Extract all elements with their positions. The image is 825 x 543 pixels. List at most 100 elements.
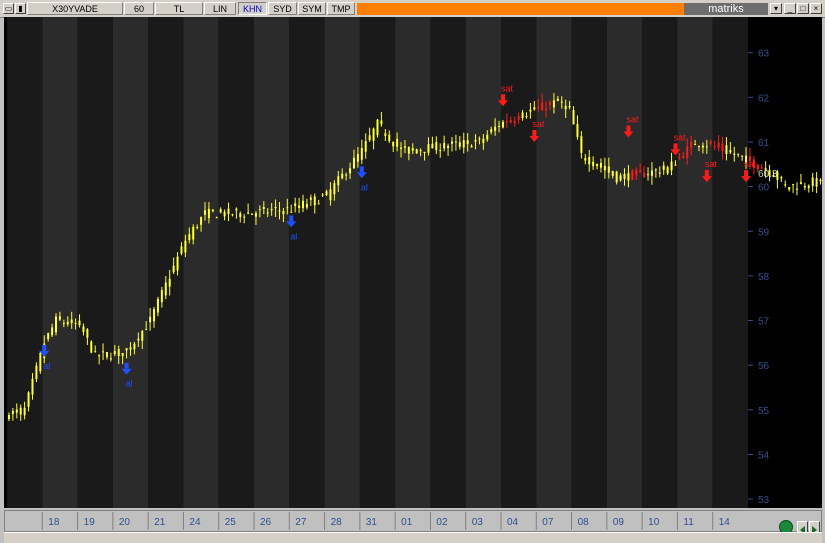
tool-button-tmp[interactable]: TMP — [327, 2, 355, 15]
horizontal-scrollbar[interactable] — [4, 532, 822, 543]
candle-body — [713, 145, 716, 147]
candle-body — [325, 191, 328, 196]
candle-body — [227, 208, 230, 215]
candle-body — [337, 176, 340, 186]
dropdown-arrow-icon[interactable]: ▾ — [770, 3, 782, 14]
candle-body — [98, 355, 101, 357]
candle-body — [623, 173, 626, 179]
minimize-icon[interactable]: _ — [784, 3, 796, 14]
candle-body — [262, 206, 265, 209]
candle-body — [215, 217, 218, 219]
candle-body — [23, 407, 26, 416]
tool-button-lin[interactable]: LIN — [204, 2, 236, 15]
buy-signal-label: al — [43, 361, 50, 371]
candle-body — [168, 278, 171, 287]
candle-body — [697, 146, 700, 148]
candle-body — [51, 327, 54, 336]
date-label: 26 — [260, 517, 272, 528]
candle-body — [55, 316, 58, 333]
candle-body — [631, 170, 634, 180]
candle-body — [243, 216, 246, 218]
sell-signal-label: sat — [744, 159, 757, 169]
candle-body — [588, 156, 591, 165]
candle-body — [615, 171, 618, 183]
candle-body — [643, 172, 646, 178]
candle-body — [427, 144, 430, 153]
window-menu-icon[interactable]: ▭ — [3, 3, 14, 14]
candle-body — [556, 98, 559, 102]
candle-body — [509, 120, 512, 123]
candle-body — [149, 316, 152, 323]
candle-body — [725, 145, 728, 155]
candle-body — [407, 147, 410, 154]
candle-body — [133, 343, 136, 350]
candle-body — [670, 161, 673, 171]
buy-arrow-icon — [42, 344, 47, 351]
candle-body — [70, 319, 73, 324]
chart-type-icon[interactable]: ▮ — [15, 3, 26, 14]
candle-body — [792, 184, 795, 186]
candle-body — [11, 410, 14, 414]
candle-body — [501, 121, 504, 128]
symbol-field[interactable]: X30YVADE — [27, 2, 123, 15]
candlestick-chart[interactable]: 535455565758596061626360.3alalalalalsats… — [4, 17, 822, 508]
candle-body — [145, 329, 148, 331]
maximize-icon[interactable]: □ — [797, 3, 809, 14]
y-tick-label: 54 — [758, 450, 770, 461]
candle-body — [447, 145, 450, 148]
session-band — [606, 17, 643, 508]
candle-body — [627, 173, 630, 181]
candle-body — [650, 170, 653, 176]
candle-body — [345, 174, 348, 176]
candle-body — [439, 150, 442, 152]
tool-button-tl[interactable]: TL — [155, 2, 203, 15]
date-label: 10 — [648, 517, 660, 528]
candle-body — [474, 139, 477, 142]
candle-body — [658, 172, 661, 174]
candle-body — [102, 351, 105, 353]
close-icon[interactable]: × — [810, 3, 822, 14]
candle-body — [180, 246, 183, 254]
date-label: 24 — [189, 517, 201, 528]
candle-body — [807, 185, 810, 189]
candle-body — [223, 211, 226, 217]
sell-arrow-icon — [626, 125, 631, 132]
candle-body — [572, 110, 575, 125]
candle-body — [192, 227, 195, 240]
candle-body — [298, 205, 301, 209]
candle-body — [27, 392, 30, 407]
candle-body — [435, 142, 438, 151]
candle-body — [498, 125, 501, 127]
session-band — [77, 17, 113, 508]
session-band — [254, 17, 290, 508]
session-band — [324, 17, 360, 508]
candle-body — [396, 138, 399, 147]
candle-body — [776, 171, 779, 180]
candle-body — [188, 234, 191, 241]
candle-body — [596, 164, 599, 167]
candle-body — [156, 298, 159, 313]
candle-body — [772, 175, 775, 177]
date-label: 04 — [507, 517, 519, 528]
tool-button-khn[interactable]: KHN — [238, 2, 267, 15]
date-label: 27 — [295, 517, 307, 528]
tool-button-syd[interactable]: SYD — [268, 2, 297, 15]
interval-button[interactable]: 60 — [124, 2, 154, 15]
candle-body — [541, 102, 544, 111]
candle-body — [525, 116, 528, 118]
candle-body — [607, 166, 610, 173]
sell-signal-label: sat — [673, 132, 686, 142]
candle-body — [62, 322, 65, 324]
candle-body — [302, 200, 305, 209]
y-tick-label: 60 — [758, 183, 770, 194]
y-tick-label: 55 — [758, 406, 770, 417]
candle-body — [482, 138, 485, 144]
buy-signal-label: al — [126, 379, 133, 389]
candle-body — [356, 153, 359, 162]
candle-body — [392, 141, 395, 147]
candle-body — [505, 121, 508, 123]
candle-body — [490, 129, 493, 133]
candle-body — [592, 161, 595, 167]
candle-body — [803, 185, 806, 188]
tool-button-sym[interactable]: SYM — [298, 2, 326, 15]
